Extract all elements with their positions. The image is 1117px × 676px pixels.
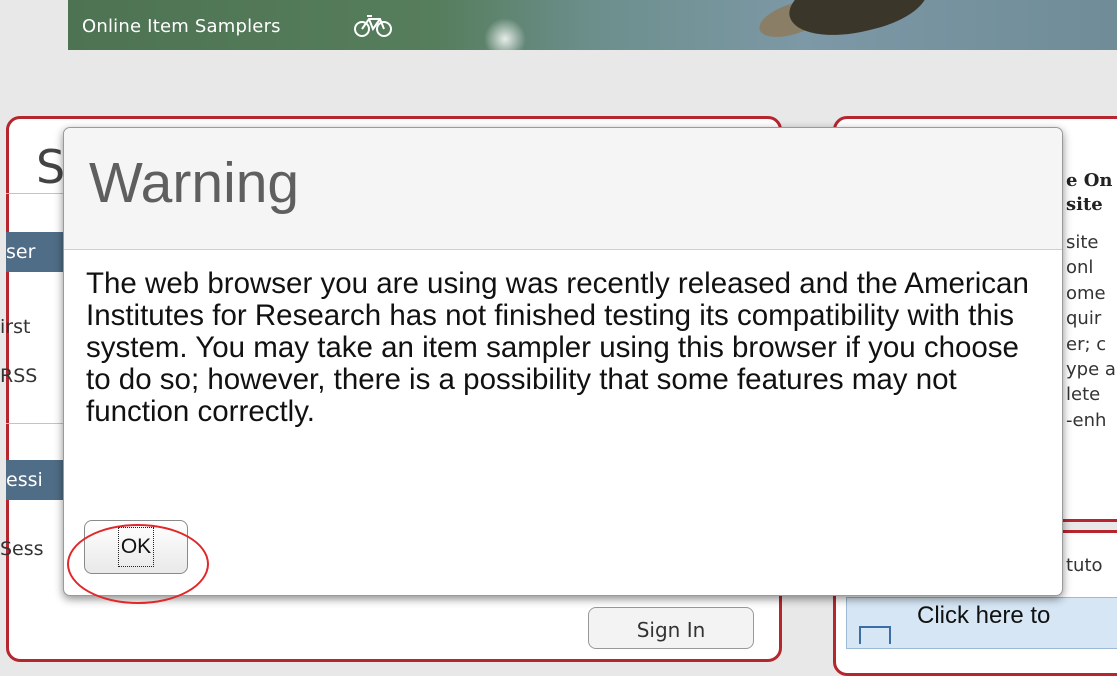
session-id-label: Sess	[0, 538, 44, 560]
welcome-text-line: er; c	[1066, 334, 1107, 355]
site-banner: Online Item Samplers	[68, 0, 1117, 50]
first-name-label: irst	[0, 316, 31, 338]
tutorial-link-button[interactable]: Click here to	[846, 597, 1117, 649]
welcome-title-line-1: e On	[1066, 170, 1113, 191]
welcome-text-line: ome	[1066, 283, 1106, 304]
welcome-text-line: ype a	[1066, 359, 1116, 380]
panel-heading: S	[36, 140, 66, 194]
banner-photo-bird	[782, 0, 934, 49]
dialog-title: Warning	[89, 151, 300, 215]
bicycle-icon	[354, 14, 392, 42]
banner-lens-flare	[484, 18, 526, 50]
ok-button-label: OK	[117, 527, 155, 567]
welcome-text-line: -enh	[1066, 410, 1107, 431]
welcome-text-line: quir	[1066, 308, 1102, 329]
welcome-text-line: onl	[1066, 257, 1094, 278]
ok-button[interactable]: OK	[84, 520, 188, 574]
ssid-label: RSS	[0, 365, 38, 387]
welcome-text-line: site	[1066, 232, 1099, 253]
dialog-message: The web browser you are using was recent…	[86, 267, 1029, 428]
banner-title: Online Item Samplers	[82, 16, 281, 37]
tutorial-link-label: Click here to	[917, 602, 1051, 629]
dialog-header: Warning	[64, 128, 1062, 250]
welcome-text-line: lete	[1066, 384, 1101, 405]
tutorial-icon	[859, 626, 891, 644]
sign-in-button[interactable]: Sign In	[588, 607, 754, 649]
warning-dialog: Warning The web browser you are using wa…	[63, 127, 1063, 596]
tutorial-text: tuto	[1066, 555, 1103, 576]
welcome-title-line-2: site	[1066, 194, 1103, 215]
